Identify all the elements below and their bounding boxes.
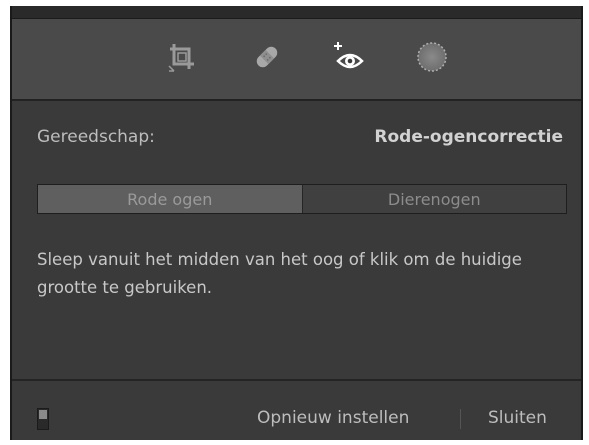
reset-button[interactable]: Opnieuw instellen — [257, 403, 409, 433]
panel-footer: Opnieuw instellen Sluiten — [12, 379, 581, 440]
crop-icon — [168, 44, 194, 72]
footer-separator — [460, 409, 461, 429]
tool-value: Rode-ogencorrectie — [374, 127, 563, 147]
red-eye-correction-icon — [334, 42, 364, 69]
panel-content: Gereedschap: Rode-ogencorrectie Rode oge… — [12, 101, 581, 377]
tool-strip — [12, 19, 581, 101]
instruction-text: Sleep vanuit het midden van het oog of k… — [37, 250, 522, 297]
red-eye-tool-button[interactable] — [328, 35, 372, 79]
tool-row: Gereedschap: Rode-ogencorrectie — [37, 123, 563, 151]
healing-tool-button[interactable] — [245, 35, 289, 79]
toggle-knob — [39, 410, 47, 419]
red-eye-panel: Gereedschap: Rode-ogencorrectie Rode oge… — [10, 6, 583, 440]
radial-mask-icon — [417, 42, 447, 72]
crop-tool-button[interactable] — [160, 35, 204, 79]
mask-tool-button[interactable] — [410, 35, 454, 79]
healing-brush-icon — [256, 46, 278, 68]
close-button[interactable]: Sluiten — [488, 403, 547, 433]
mode-red-eye-button[interactable]: Rode ogen — [38, 185, 303, 213]
enable-toggle[interactable] — [37, 408, 49, 430]
eye-mode-switch: Rode ogen Dierenogen — [37, 184, 567, 214]
tool-label: Gereedschap: — [37, 127, 155, 147]
panel-top-edge — [12, 6, 581, 19]
mode-pet-eye-button[interactable]: Dierenogen — [302, 185, 566, 213]
